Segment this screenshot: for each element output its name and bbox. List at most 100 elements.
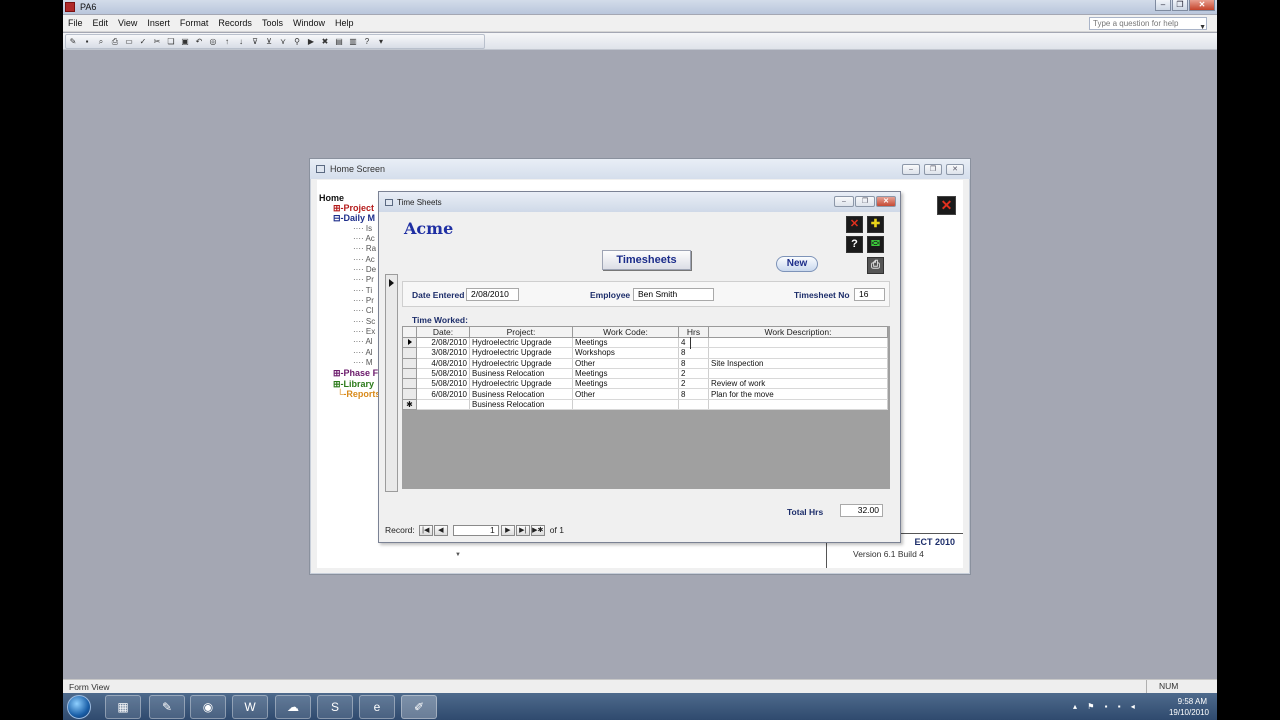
close-button[interactable]: ✕ [1189, 0, 1215, 11]
home-close-button[interactable]: ✕ [946, 164, 964, 175]
cell-hrs[interactable]: 4 [678, 337, 709, 349]
find-icon[interactable]: ⚲ [292, 36, 303, 47]
first-record-button[interactable]: |◀ [418, 524, 433, 536]
table-row[interactable]: 5/08/2010 Business Relocation Meetings 2 [402, 367, 888, 380]
scroll-down-icon[interactable]: ▼ [455, 552, 461, 558]
cell-hrs[interactable]: 8 [678, 388, 709, 400]
tree-sub-item[interactable]: ···· De [353, 265, 376, 275]
cell-date[interactable]: 4/08/2010 [416, 358, 470, 369]
access-app-icon[interactable] [65, 2, 75, 12]
filter-by-selection-icon[interactable]: ⊽ [250, 36, 261, 47]
column-header-hrs[interactable]: Hrs [678, 326, 709, 338]
cell-project[interactable]: Business Relocation [469, 388, 573, 400]
help-search-input[interactable]: Type a question for help ▼ [1089, 17, 1207, 31]
ts-restore-button[interactable]: ❐ [855, 196, 875, 207]
home-exit-icon[interactable]: ✕ [937, 196, 956, 215]
cell-work-code[interactable] [572, 399, 679, 411]
new-record-nav-button[interactable]: ▶✱ [530, 524, 545, 536]
tree-item-project[interactable]: ⊞-Project [333, 203, 374, 213]
tree-sub-item[interactable]: ···· Ti [353, 286, 372, 296]
clock-time[interactable]: 9:58 AM [1178, 697, 1207, 706]
spelling-icon[interactable]: ✓ [138, 36, 149, 47]
skype-taskbar-icon[interactable]: S [317, 695, 353, 719]
menu-insert[interactable]: Insert [142, 18, 175, 28]
table-row[interactable]: 4/08/2010 Hydroelectric Upgrade Other 8 … [402, 357, 888, 369]
database-window-icon[interactable]: ▤ [334, 36, 345, 47]
help-icon[interactable]: ? [362, 36, 373, 47]
cell-date[interactable]: 6/08/2010 [416, 388, 470, 400]
toolbar-options-icon[interactable]: ▾ [376, 36, 387, 47]
employee-field[interactable]: Ben Smith [633, 288, 714, 301]
access-taskbar-icon[interactable]: ✐ [401, 695, 437, 719]
cell-date[interactable] [416, 399, 470, 411]
cell-project[interactable]: Hydroelectric Upgrade [469, 337, 573, 349]
cell-hrs[interactable]: 2 [678, 368, 709, 380]
timesheets-heading-button[interactable]: Timesheets [602, 250, 691, 270]
word-taskbar-icon[interactable]: W [232, 695, 268, 719]
timesheet-no-field[interactable]: 16 [854, 288, 885, 301]
firefox-taskbar-icon[interactable]: ◉ [190, 695, 226, 719]
row-selector[interactable] [402, 347, 417, 359]
insert-hyperlink-icon[interactable]: ◎ [208, 36, 219, 47]
menu-edit[interactable]: Edit [88, 18, 114, 28]
previous-record-button[interactable]: ◀ [433, 524, 448, 536]
delete-icon[interactable]: ✕ [846, 216, 863, 233]
date-entered-field[interactable]: 2/08/2010 [466, 288, 519, 301]
cell-date[interactable]: 2/08/2010 [416, 337, 470, 349]
column-header-project[interactable]: Project: [469, 326, 573, 338]
view-icon[interactable]: ✎ [68, 36, 79, 47]
print-icon[interactable]: ⎙ [867, 257, 884, 274]
cell-work-description[interactable]: Site Inspection [708, 358, 888, 369]
table-row[interactable]: 6/08/2010 Business Relocation Other 8 Pl… [402, 388, 888, 400]
table-row[interactable]: 5/08/2010 Hydroelectric Upgrade Meetings… [402, 378, 888, 390]
home-minimize-button[interactable]: – [902, 164, 920, 175]
cell-work-code[interactable]: Meetings [572, 368, 679, 380]
row-selector[interactable] [402, 378, 417, 390]
help-icon[interactable]: ? [846, 236, 863, 253]
next-record-button[interactable]: ▶ [500, 524, 515, 536]
table-row[interactable]: 2/08/2010 Hydroelectric Upgrade Meetings… [402, 336, 888, 349]
new-timesheet-button[interactable]: New [776, 256, 818, 272]
tree-item-daily[interactable]: ⊟-Daily M [333, 213, 375, 223]
last-record-button[interactable]: ▶| [515, 524, 530, 536]
print-preview-icon[interactable]: ▭ [124, 36, 135, 47]
cell-work-code[interactable]: Meetings [572, 378, 679, 390]
cloud-taskbar-icon[interactable]: ☁ [275, 695, 311, 719]
tree-sub-item[interactable]: ···· Pr [353, 275, 374, 285]
minimize-button[interactable]: – [1155, 0, 1171, 11]
tree-item-reports[interactable]: └-Reports [337, 389, 380, 399]
apply-filter-icon[interactable]: ⋎ [278, 36, 289, 47]
cell-date[interactable]: 3/08/2010 [416, 347, 470, 359]
cell-project[interactable]: Hydroelectric Upgrade [469, 358, 573, 369]
sort-descending-icon[interactable]: ↓ [236, 36, 247, 47]
record-selector[interactable] [385, 274, 398, 492]
cell-project[interactable]: Hydroelectric Upgrade [469, 347, 573, 359]
cell-date[interactable]: 5/08/2010 [416, 378, 470, 390]
tree-item-library[interactable]: ⊞-Library [333, 379, 374, 389]
undo-icon[interactable]: ↶ [194, 36, 205, 47]
cell-hrs[interactable] [678, 399, 709, 411]
new-record-icon[interactable]: ▶ [306, 36, 317, 47]
ts-close-button[interactable]: ✕ [876, 196, 896, 207]
cell-work-description[interactable] [708, 337, 888, 349]
notepad-taskbar-icon[interactable]: ✎ [149, 695, 185, 719]
cell-hrs[interactable]: 8 [678, 358, 709, 369]
cell-work-description[interactable] [708, 368, 888, 380]
table-row-new[interactable]: ✱ Business Relocation [402, 398, 888, 411]
cell-work-code[interactable]: Other [572, 358, 679, 369]
tree-sub-item[interactable]: ···· Ac [353, 234, 375, 244]
table-row[interactable]: 3/08/2010 Hydroelectric Upgrade Workshop… [402, 347, 888, 359]
row-selector[interactable] [402, 357, 417, 369]
ts-minimize-button[interactable]: – [834, 196, 854, 207]
cell-project[interactable]: Business Relocation [469, 399, 573, 411]
cell-work-description[interactable]: Review of work [708, 378, 888, 390]
tree-sub-item[interactable]: ···· Ac [353, 255, 375, 265]
clock-date[interactable]: 19/10/2010 [1169, 708, 1209, 717]
cut-icon[interactable]: ✂ [152, 36, 163, 47]
row-selector[interactable] [402, 336, 417, 349]
tree-sub-item[interactable]: ···· Cl [353, 306, 373, 316]
menu-help[interactable]: Help [330, 18, 359, 28]
paste-icon[interactable]: ▣ [180, 36, 191, 47]
tree-sub-item[interactable]: ···· Ex [353, 327, 375, 337]
row-selector[interactable] [402, 388, 417, 400]
